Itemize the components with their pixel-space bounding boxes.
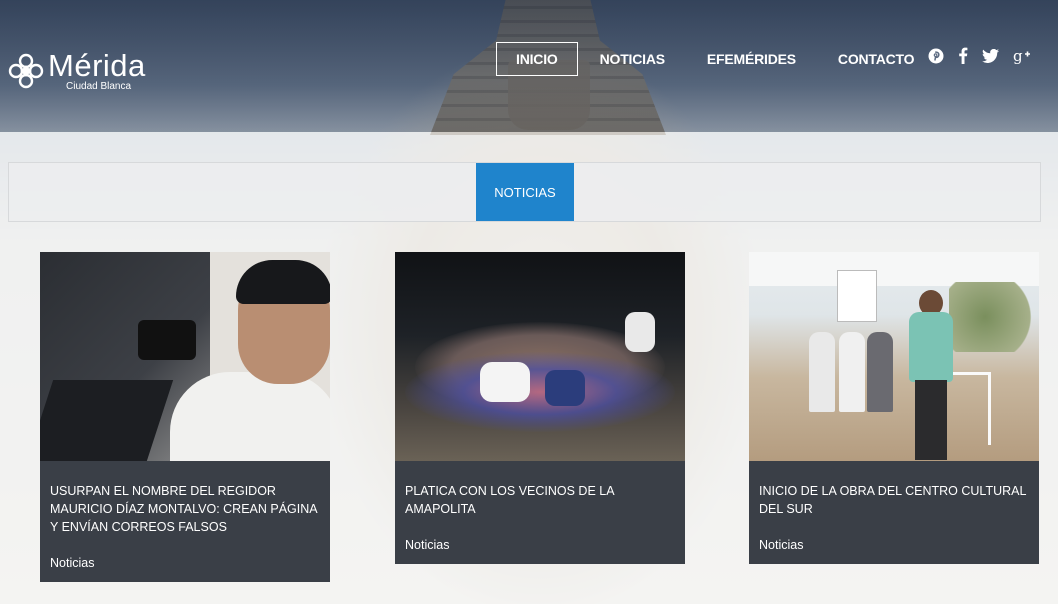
news-card-category[interactable]: Noticias — [40, 536, 330, 582]
nav-item-inicio[interactable]: INICIO — [496, 42, 578, 76]
tab-bar: NOTICIAS — [8, 162, 1041, 222]
news-card-image[interactable] — [40, 252, 330, 461]
site-logo[interactable]: Mérida Ciudad Blanca — [8, 50, 146, 92]
logo-title: Mérida — [48, 48, 146, 83]
news-card[interactable]: PLATICA CON LOS VECINOS DE LA AMAPOLITA … — [395, 252, 685, 564]
logo-flower-icon — [8, 53, 44, 89]
pinterest-icon[interactable] — [928, 48, 944, 69]
google-plus-icon[interactable]: g — [1013, 47, 1031, 69]
logo-subtitle: Ciudad Blanca — [66, 81, 132, 92]
news-card-title[interactable]: PLATICA CON LOS VECINOS DE LA AMAPOLITA — [395, 461, 685, 518]
facebook-icon[interactable] — [958, 47, 968, 69]
tab-noticias[interactable]: NOTICIAS — [476, 163, 574, 221]
nav-item-efemerides[interactable]: EFEMÉRIDES — [687, 42, 816, 76]
nav-item-noticias[interactable]: NOTICIAS — [580, 42, 685, 76]
social-links: g — [928, 47, 1045, 69]
news-card-category[interactable]: Noticias — [395, 518, 685, 564]
news-card-image[interactable] — [395, 252, 685, 461]
nav-item-contacto[interactable]: CONTACTO — [818, 42, 934, 76]
main-nav: INICIO NOTICIAS EFEMÉRIDES CONTACTO — [496, 42, 936, 76]
news-card[interactable]: USURPAN EL NOMBRE DEL REGIDOR MAURICIO D… — [40, 252, 330, 582]
twitter-icon[interactable] — [982, 48, 999, 68]
news-card-category[interactable]: Noticias — [749, 518, 1039, 564]
news-card-title[interactable]: USURPAN EL NOMBRE DEL REGIDOR MAURICIO D… — [40, 461, 330, 536]
news-card-image[interactable] — [749, 252, 1039, 461]
news-card-title[interactable]: INICIO DE LA OBRA DEL CENTRO CULTURAL DE… — [749, 461, 1039, 518]
svg-text:g: g — [1013, 48, 1023, 64]
news-card[interactable]: INICIO DE LA OBRA DEL CENTRO CULTURAL DE… — [749, 252, 1039, 564]
